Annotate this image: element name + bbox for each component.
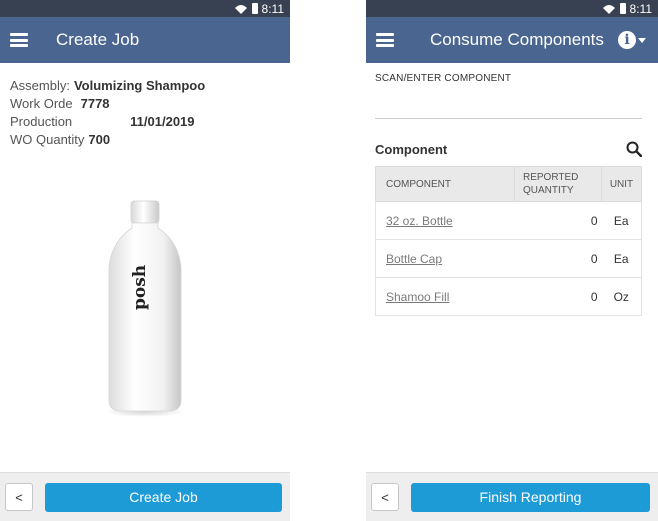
reported-quantity: 0 [514, 239, 602, 278]
scan-component-input[interactable] [375, 118, 642, 119]
shampoo-bottle-illustration: posh [105, 200, 185, 417]
info-icon: i [618, 31, 636, 49]
detail-value: Volumizing Shampoo [73, 78, 206, 93]
detail-label: WO Quantity [10, 132, 85, 147]
table-row: Bottle Cap 0 Ea [375, 239, 642, 278]
component-link[interactable]: Shamoo Fill [375, 277, 515, 316]
info-menu-button[interactable]: i [618, 31, 646, 49]
unit: Oz [601, 277, 642, 316]
product-brand: posh [130, 265, 150, 310]
app-bar: Consume Components i [366, 17, 658, 63]
wifi-signal-icon [602, 5, 615, 14]
detail-work-order: Work Orde 7778 [10, 95, 280, 113]
table-header-row: COMPONENT REPORTED QUANTITY UNIT [375, 166, 642, 202]
page-title: Consume Components [430, 30, 604, 49]
search-icon[interactable] [626, 141, 642, 157]
page-title: Create Job [56, 30, 140, 49]
footer-bar: < Finish Reporting [366, 472, 658, 521]
menu-icon[interactable] [376, 33, 394, 47]
battery-icon [251, 3, 258, 14]
column-header-quantity: REPORTED QUANTITY [514, 166, 602, 202]
job-details: Assembly: Volumizing Shampoo Work Orde 7… [0, 63, 290, 149]
create-job-button[interactable]: Create Job [45, 482, 282, 512]
column-header-component: COMPONENT [375, 166, 515, 202]
detail-assembly: Assembly: Volumizing Shampoo [10, 77, 280, 95]
detail-label: Production [10, 114, 73, 129]
back-button[interactable]: < [5, 483, 33, 511]
back-button[interactable]: < [371, 483, 399, 511]
scan-component-label: SCAN/ENTER COMPONENT [375, 73, 512, 84]
unit: Ea [601, 201, 642, 240]
product-image: posh [95, 198, 195, 420]
column-header-unit: UNIT [601, 166, 642, 202]
consume-components-screen: 8:11 Consume Components i SCAN/ENTER COM… [366, 0, 658, 521]
status-bar: 8:11 [366, 0, 658, 17]
detail-value: 700 [88, 132, 111, 147]
component-link[interactable]: 32 oz. Bottle [375, 201, 515, 240]
table-row: 32 oz. Bottle 0 Ea [375, 201, 642, 240]
finish-reporting-button[interactable]: Finish Reporting [411, 482, 650, 512]
reported-quantity: 0 [514, 277, 602, 316]
component-link[interactable]: Bottle Cap [375, 239, 515, 278]
app-bar: Create Job [0, 17, 290, 63]
footer-bar: < Create Job [0, 472, 290, 521]
battery-icon [619, 3, 626, 14]
detail-production: Production 11/01/2019 [10, 113, 280, 131]
reported-quantity: 0 [514, 201, 602, 240]
detail-label: Assembly: [10, 78, 70, 93]
create-job-screen: 8:11 Create Job Assembly: Volumizing Sha… [0, 0, 290, 521]
status-time: 8:11 [261, 1, 284, 16]
unit: Ea [601, 239, 642, 278]
detail-value: 7778 [80, 96, 110, 111]
detail-value: 11/01/2019 [130, 114, 195, 129]
status-time: 8:11 [629, 1, 652, 16]
detail-wo-quantity: WO Quantity 700 [10, 131, 280, 149]
wifi-signal-icon [234, 5, 247, 14]
component-table: COMPONENT REPORTED QUANTITY UNIT 32 oz. … [375, 166, 642, 316]
section-title: Component [375, 142, 448, 157]
menu-icon[interactable] [10, 33, 28, 47]
caret-down-icon [638, 37, 646, 43]
detail-label: Work Orde [10, 96, 73, 111]
status-bar: 8:11 [0, 0, 290, 17]
table-row: Shamoo Fill 0 Oz [375, 277, 642, 316]
